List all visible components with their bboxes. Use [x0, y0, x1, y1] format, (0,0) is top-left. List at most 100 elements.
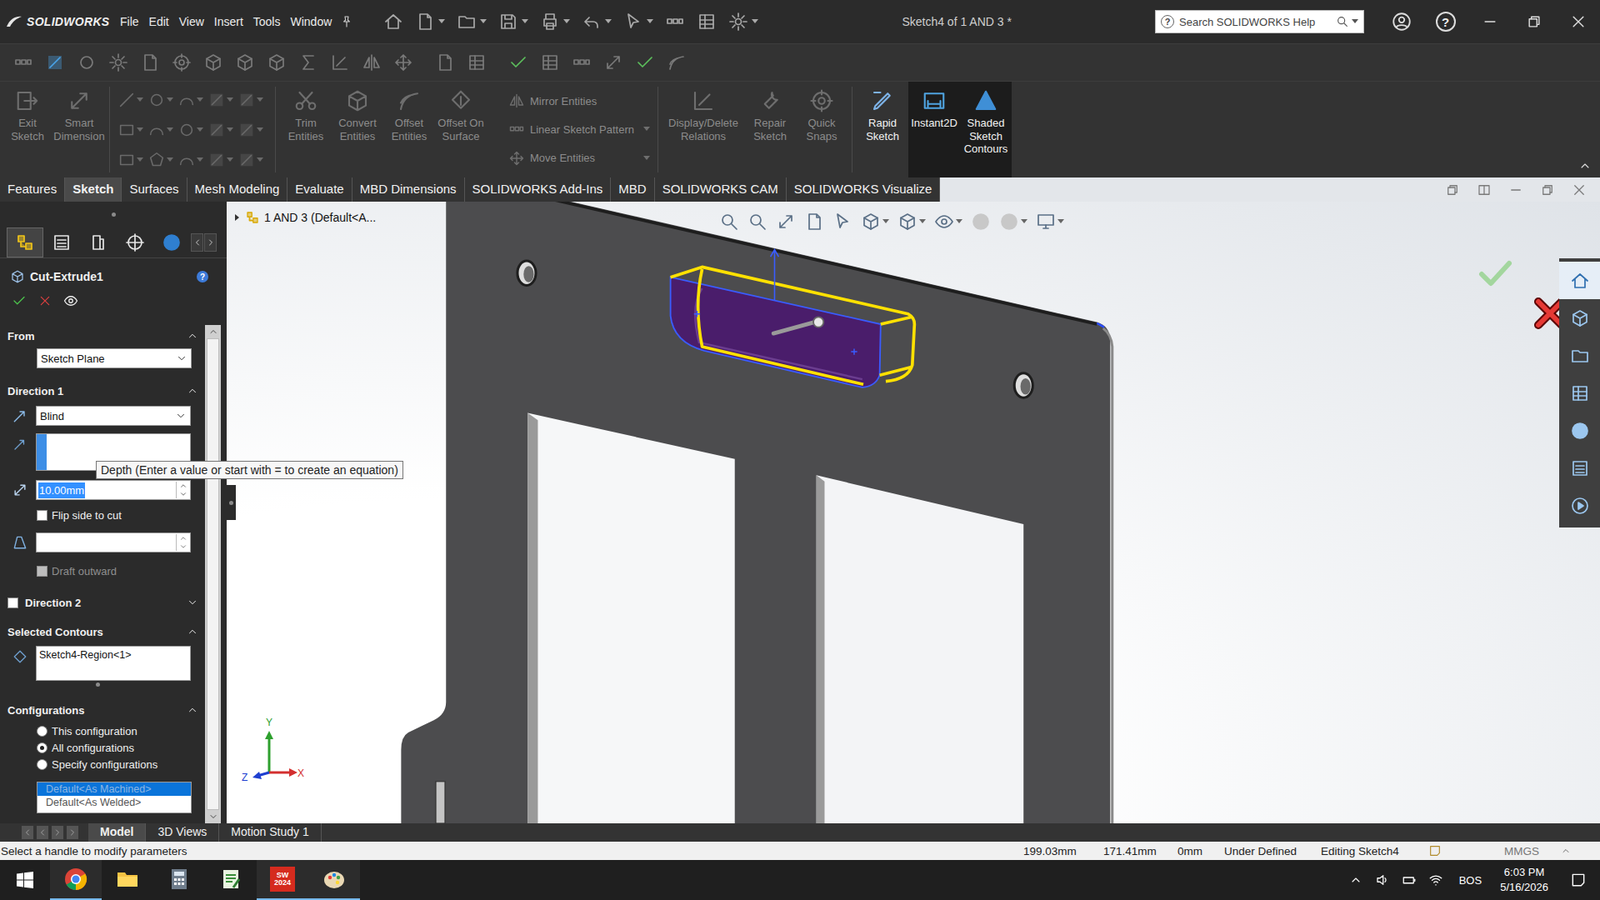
viewport-minimize-button[interactable] — [1508, 182, 1524, 198]
configuration-item[interactable]: Default<As Welded> — [37, 795, 191, 810]
scrollbar-thumb[interactable] — [206, 338, 220, 810]
ribbon-button[interactable]: Trim Entities — [280, 81, 332, 178]
dropdown-caret-icon[interactable] — [196, 97, 204, 103]
ribbon-small-button[interactable]: Move Entities — [508, 150, 650, 167]
quick-access-button[interactable] — [623, 11, 654, 32]
command-tab[interactable]: Features — [0, 177, 65, 202]
toolbar-button[interactable] — [635, 52, 655, 73]
sketch-tool-button[interactable] — [117, 145, 148, 175]
units-selector[interactable]: MMGS — [1504, 845, 1561, 858]
sketch-tool-button[interactable] — [237, 145, 268, 175]
sketch-tool-button[interactable] — [237, 115, 268, 145]
next-tab-button[interactable] — [51, 825, 64, 840]
sketch-tool-button[interactable] — [207, 85, 238, 115]
reverse-direction-button[interactable] — [9, 405, 31, 427]
sketch-tool-button[interactable] — [207, 115, 238, 145]
view-tool-button[interactable] — [1035, 211, 1065, 232]
dropdown-caret-icon[interactable] — [955, 219, 963, 225]
from-dropdown[interactable]: Sketch Plane — [36, 348, 192, 369]
command-tab[interactable]: SOLIDWORKS Add-Ins — [465, 177, 612, 202]
dropdown-caret-icon[interactable] — [605, 19, 612, 25]
ribbon-small-button[interactable]: Linear Sketch Pattern — [508, 120, 650, 138]
toolbar-button[interactable] — [666, 52, 687, 73]
toolbar-button[interactable] — [203, 52, 224, 73]
ribbon-button[interactable]: Rapid Sketch — [856, 81, 909, 178]
taskbar-app[interactable] — [205, 860, 257, 900]
toolbar-button[interactable] — [540, 52, 560, 73]
cut-preview[interactable] — [670, 250, 915, 388]
model-view[interactable] — [226, 201, 1600, 824]
confirm-ok-icon[interactable] — [1476, 255, 1514, 292]
toolbar-button[interactable] — [45, 52, 65, 73]
dropdown-caret-icon[interactable] — [226, 157, 234, 163]
menu-item[interactable]: View — [174, 11, 210, 32]
quick-access-button[interactable] — [415, 11, 445, 32]
dropdown-caret-icon[interactable] — [1020, 219, 1028, 225]
menu-item[interactable]: Edit — [144, 11, 175, 32]
taskbar-app[interactable] — [101, 860, 154, 900]
view-tool-button[interactable] — [897, 211, 926, 232]
tile-button[interactable] — [1445, 182, 1460, 198]
toolbar-button[interactable] — [435, 52, 455, 73]
configuration-item[interactable]: Default<As Machined> — [37, 782, 191, 796]
view-tool-button[interactable] — [747, 211, 768, 232]
feature-tree-flyout[interactable]: 1 AND 3 (Default<A... — [232, 210, 376, 225]
command-tab[interactable]: Surfaces — [121, 177, 187, 202]
scrollbar[interactable] — [205, 325, 221, 824]
sketch-tool-button[interactable] — [177, 85, 208, 115]
ribbon-button[interactable]: Instant2D — [908, 81, 960, 178]
sketch-tool-button[interactable] — [147, 115, 178, 145]
toolbar-button[interactable] — [108, 52, 129, 73]
dropdown-caret-icon[interactable] — [438, 19, 445, 25]
toolbar-button[interactable] — [361, 52, 382, 73]
bottom-tab[interactable]: 3D Views — [145, 823, 220, 842]
dropdown-caret-icon[interactable] — [643, 155, 650, 161]
task-pane-tab[interactable] — [1559, 336, 1600, 375]
search-box[interactable]: ? Search SOLIDWORKS Help — [1155, 10, 1365, 34]
toolbar-button[interactable] — [603, 52, 624, 73]
restore-button[interactable] — [1511, 0, 1556, 44]
direction2-section-header[interactable]: Direction 2 — [7, 591, 205, 614]
task-pane-tab[interactable] — [1559, 374, 1600, 412]
selected-contours-list[interactable]: Sketch4-Region<1> — [35, 645, 191, 681]
quick-access-button[interactable] — [383, 11, 404, 32]
toolbar-button[interactable] — [266, 52, 287, 73]
cancel-button[interactable] — [38, 294, 52, 308]
quick-access-button[interactable] — [728, 11, 759, 32]
ribbon-button[interactable]: Quick Snaps — [795, 81, 848, 178]
draft-outward-checkbox[interactable]: Draft outward — [7, 560, 205, 581]
viewport-close-button[interactable] — [1571, 182, 1587, 198]
first-tab-button[interactable] — [21, 825, 34, 840]
dropdown-caret-icon[interactable] — [256, 97, 264, 103]
selected-contours-header[interactable]: Selected Contours — [7, 620, 205, 643]
manager-tab[interactable] — [43, 227, 80, 258]
help-button[interactable]: ? — [196, 270, 209, 283]
sketch-tool-button[interactable] — [117, 85, 148, 115]
command-tab[interactable]: MBD Dimensions — [352, 177, 465, 202]
panel-splitter[interactable] — [226, 485, 236, 520]
dropdown-caret-icon[interactable] — [256, 127, 264, 133]
dropdown-caret-icon[interactable] — [136, 157, 144, 163]
sketch-tool-button[interactable] — [147, 145, 178, 175]
dropdown-caret-icon[interactable] — [136, 97, 144, 103]
view-tool-button[interactable] — [775, 211, 796, 232]
viewport-restore-button[interactable] — [1540, 182, 1555, 198]
dropdown-caret-icon[interactable] — [563, 19, 570, 25]
quick-access-button[interactable] — [696, 11, 717, 32]
toolbar-button[interactable] — [76, 52, 97, 73]
dropdown-caret-icon[interactable] — [882, 219, 890, 225]
volume-button[interactable] — [1369, 872, 1396, 888]
manager-tab[interactable] — [153, 227, 190, 258]
taskbar-app[interactable] — [308, 860, 360, 900]
view-tool-button[interactable] — [934, 211, 963, 232]
dropdown-caret-icon[interactable] — [136, 127, 144, 133]
flip-side-checkbox[interactable]: Flip side to cut — [7, 505, 205, 525]
dropdown-caret-icon[interactable] — [226, 127, 234, 133]
dropdown-caret-icon[interactable] — [521, 19, 529, 25]
ribbon-button[interactable]: Display/Delete Relations — [662, 81, 745, 178]
task-pane-tab[interactable] — [1559, 299, 1600, 337]
ribbon-button[interactable]: Repair Sketch — [744, 81, 796, 178]
command-tab[interactable]: MBD — [610, 177, 655, 202]
ribbon-button[interactable]: Exit Sketch — [1, 81, 54, 178]
taskbar-app[interactable] — [50, 860, 102, 900]
